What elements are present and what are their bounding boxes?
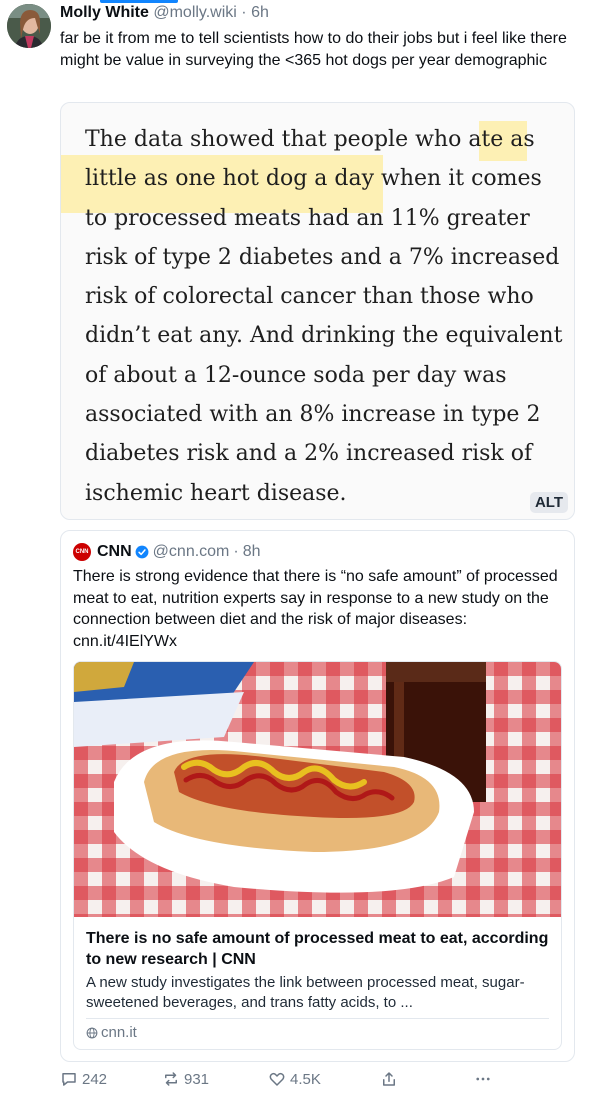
- reply-button[interactable]: 242: [60, 1070, 107, 1088]
- cnn-avatar[interactable]: CNN: [73, 543, 91, 561]
- quoted-author-handle[interactable]: @cnn.com: [153, 542, 230, 562]
- share-icon: [383, 1072, 395, 1086]
- more-icon: [476, 1077, 490, 1081]
- link-preview-card[interactable]: There is no safe amount of processed mea…: [73, 661, 562, 1050]
- link-domain-text: cnn.it: [101, 1024, 137, 1041]
- link-domain[interactable]: cnn.it: [86, 1024, 137, 1041]
- like-count: 4.5K: [290, 1070, 321, 1088]
- post-time[interactable]: 6h: [251, 4, 269, 21]
- link-title[interactable]: There is no safe amount of processed mea…: [86, 928, 551, 970]
- heart-icon: [269, 1072, 285, 1086]
- image-quote-text: The data showed that people who ate as l…: [85, 127, 563, 506]
- quoted-post-header: CNN CNN @cnn.com · 8h: [73, 542, 261, 562]
- repost-icon: [165, 1072, 177, 1086]
- link-preview-image: [74, 662, 561, 917]
- like-button[interactable]: 4.5K: [268, 1070, 321, 1088]
- quoted-post[interactable]: CNN CNN @cnn.com · 8h There is strong ev…: [60, 530, 575, 1062]
- author-name[interactable]: Molly White: [60, 4, 149, 21]
- header-separator: ·: [241, 4, 247, 21]
- post-header: Molly White @molly.wiki · 6h: [60, 3, 269, 23]
- avatar[interactable]: [7, 4, 51, 48]
- divider: [86, 1018, 549, 1019]
- author-handle[interactable]: @molly.wiki: [153, 4, 237, 21]
- link-description: A new study investigates the link betwee…: [86, 974, 525, 1011]
- post-text: far be it from me to tell scientists how…: [60, 30, 567, 69]
- repost-button[interactable]: 931: [162, 1070, 209, 1088]
- post-image[interactable]: The data showed that people who ate as l…: [60, 102, 575, 520]
- reply-icon: [62, 1073, 76, 1086]
- globe-icon: [86, 1027, 98, 1038]
- alt-text-button[interactable]: ALT: [529, 492, 568, 513]
- quoted-header-separator: ·: [233, 543, 239, 560]
- quoted-author-name[interactable]: CNN: [97, 542, 132, 562]
- quoted-post-text: There is strong evidence that there is “…: [73, 568, 558, 650]
- reply-count: 242: [82, 1070, 108, 1088]
- avatar-photo: [7, 4, 51, 48]
- verified-check-icon: [135, 545, 149, 559]
- share-button[interactable]: [380, 1070, 402, 1088]
- repost-count: 931: [184, 1070, 210, 1088]
- more-options-button[interactable]: [474, 1070, 496, 1088]
- quoted-post-time[interactable]: 8h: [243, 542, 261, 562]
